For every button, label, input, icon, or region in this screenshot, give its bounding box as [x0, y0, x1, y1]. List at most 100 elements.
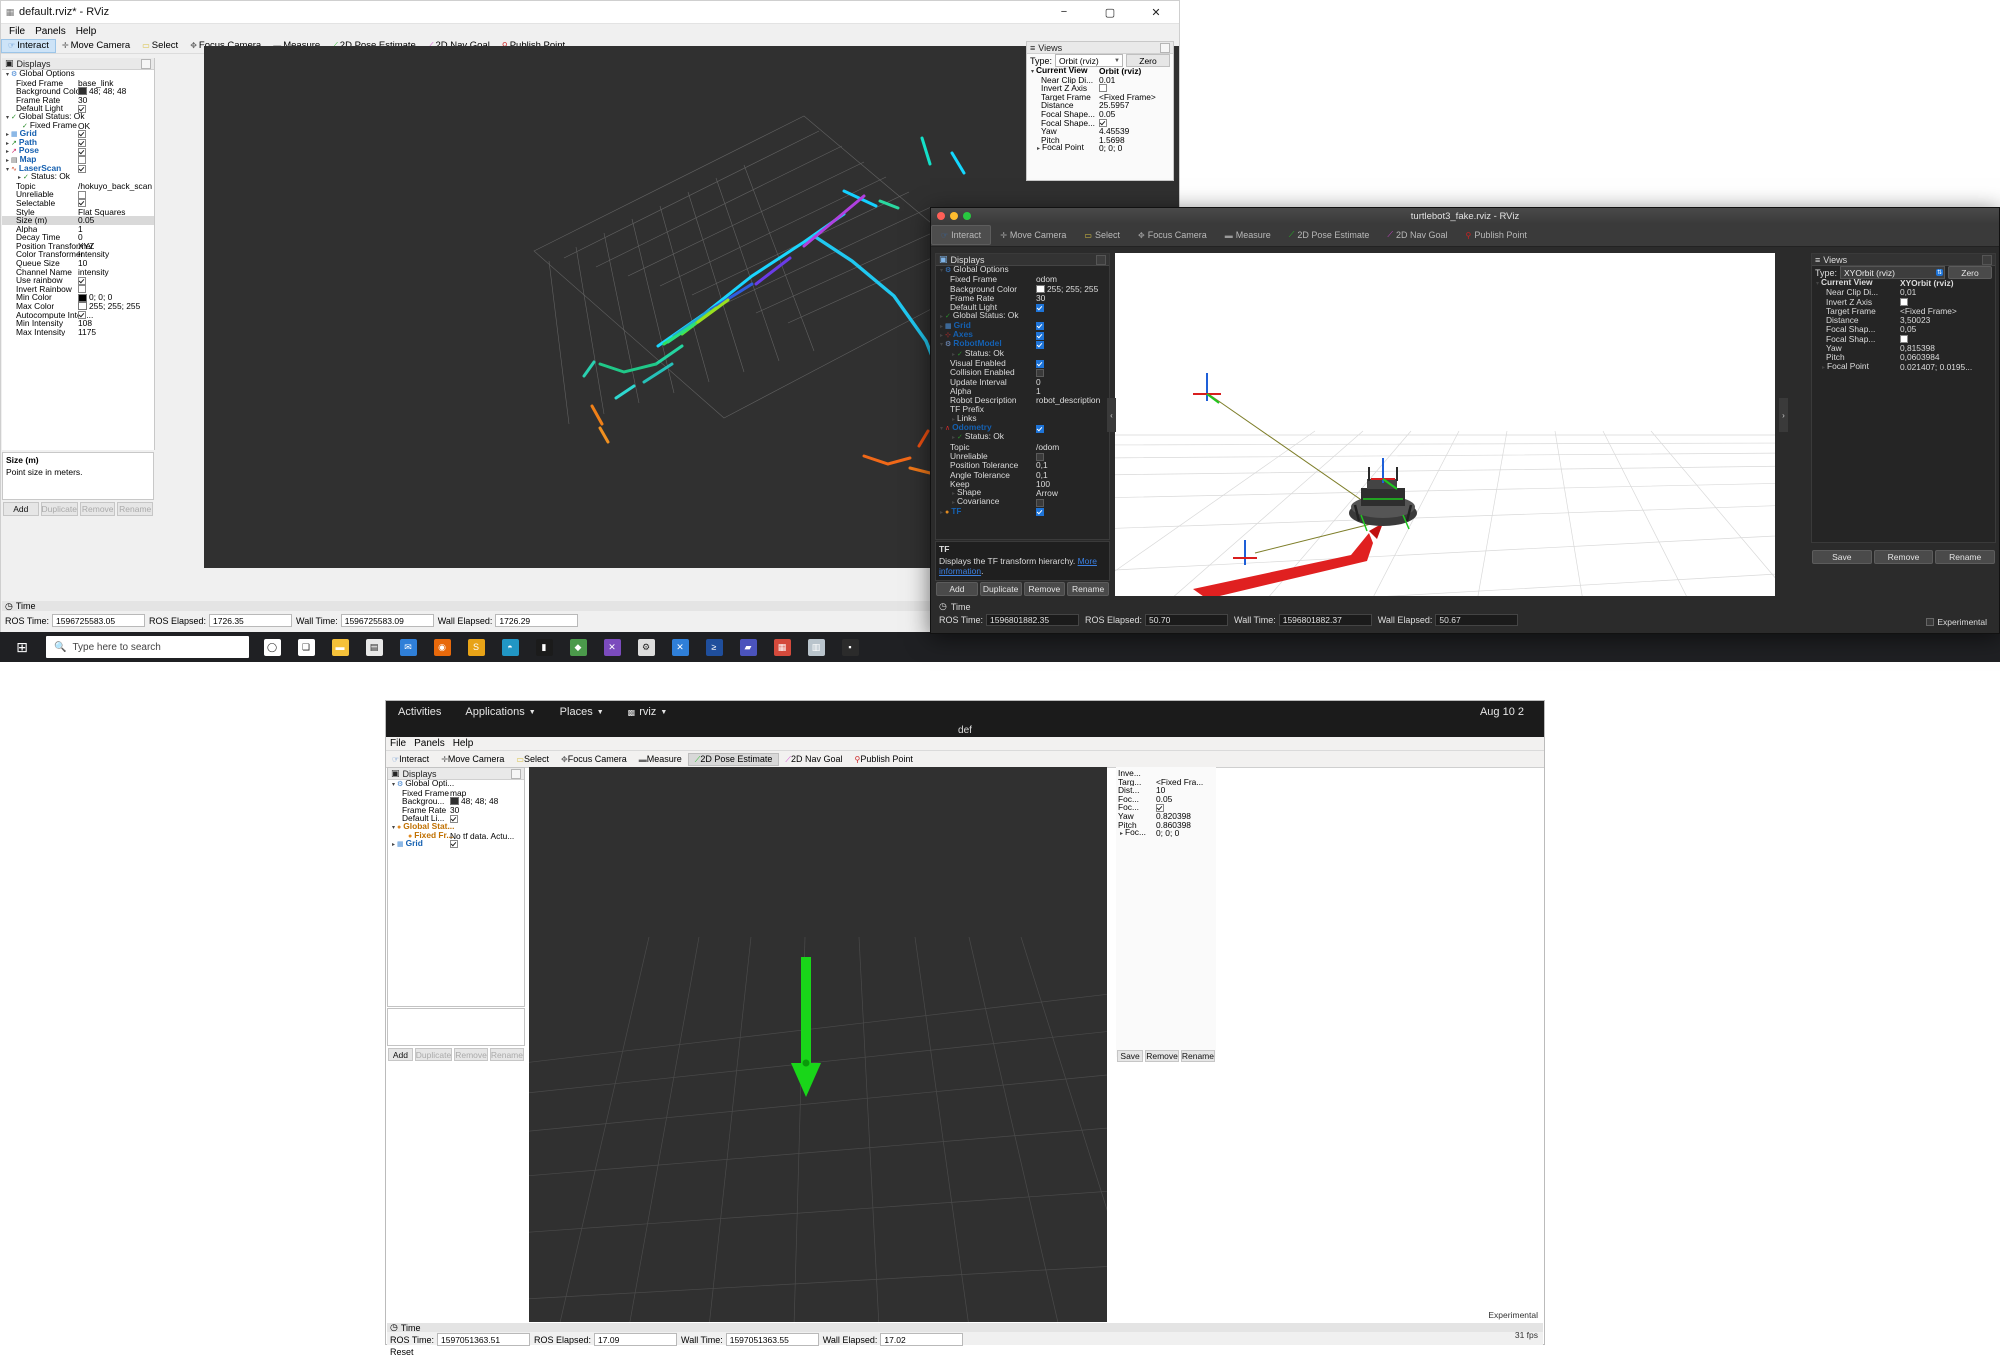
- window1-views-panel[interactable]: ≡ Views Type: Orbit (rviz) ▼ Zero ▾Curre…: [1026, 41, 1174, 181]
- minimize-button[interactable]: [950, 212, 958, 220]
- checkbox[interactable]: [78, 285, 86, 293]
- window2-toolbar[interactable]: ☞Interact✛Move Camera▭Select✥Focus Camer…: [931, 224, 1999, 247]
- property-value[interactable]: 255; 255; 255: [78, 302, 140, 311]
- property-row[interactable]: Fixed Framemap: [388, 789, 524, 798]
- property-row[interactable]: ▸Covariance: [936, 498, 1109, 507]
- gnome-places[interactable]: Places▼: [548, 706, 616, 718]
- maximize-button[interactable]: [963, 212, 971, 220]
- property-row[interactable]: Unreliable: [936, 452, 1109, 461]
- window1-menubar[interactable]: File Panels Help: [1, 24, 1179, 38]
- close-button[interactable]: ✕: [1133, 1, 1179, 23]
- checkbox[interactable]: [78, 199, 86, 207]
- color-swatch[interactable]: [78, 302, 87, 310]
- property-value[interactable]: [78, 165, 86, 173]
- toolbar-2d-pose-estimate[interactable]: ⟋2D Pose Estimate: [1280, 225, 1379, 245]
- property-row[interactable]: ▸Focal Point0; 0; 0: [1027, 144, 1173, 153]
- property-row[interactable]: Unreliable: [2, 190, 154, 199]
- checkbox[interactable]: [450, 840, 458, 848]
- property-value[interactable]: [78, 156, 86, 164]
- window1-displays-panel[interactable]: ▣ Displays ▾⚙Global OptionsFixed Frameba…: [2, 58, 155, 450]
- property-value[interactable]: 0.05: [1099, 110, 1115, 119]
- time-field-value[interactable]: 1597051363.51: [437, 1333, 530, 1346]
- window3-views-buttons[interactable]: SaveRemoveRename: [1116, 1049, 1216, 1063]
- app-icon[interactable]: ▥: [801, 632, 831, 662]
- expand-right-icon[interactable]: ▸: [1820, 364, 1827, 373]
- task-view-icon[interactable]: ❏: [291, 632, 321, 662]
- drive-icon[interactable]: ◆: [563, 632, 593, 662]
- property-value[interactable]: [78, 191, 86, 199]
- property-row[interactable]: Foc...0.05: [1116, 795, 1216, 804]
- window2-titlebar[interactable]: turtlebot3_fake.rviz - RViz: [931, 208, 1999, 224]
- save-button[interactable]: Save: [1117, 1050, 1143, 1062]
- toolbar-interact[interactable]: ☞Interact: [931, 225, 991, 245]
- color-swatch[interactable]: [78, 294, 87, 302]
- menu-help[interactable]: Help: [453, 738, 474, 749]
- minimize-button[interactable]: −: [1041, 1, 1087, 23]
- checkbox[interactable]: [78, 277, 86, 285]
- checkbox[interactable]: [1036, 508, 1044, 516]
- taskbar-search-input[interactable]: 🔍 Type here to search: [46, 636, 249, 658]
- panel-float-button[interactable]: [1096, 255, 1106, 265]
- vscode-icon[interactable]: ✕: [665, 632, 695, 662]
- mail-icon[interactable]: ✉: [393, 632, 423, 662]
- window3-toolbar[interactable]: ☞Interact✛Move Camera▭Select✥Focus Camer…: [386, 751, 1544, 768]
- property-value[interactable]: 0,01: [1900, 288, 1916, 297]
- sublime-icon[interactable]: S: [461, 632, 491, 662]
- add-button[interactable]: Add: [3, 502, 39, 516]
- property-value[interactable]: 30: [450, 806, 459, 815]
- property-row[interactable]: Channel Nameintensity: [2, 268, 154, 277]
- property-row[interactable]: Targ...<Fixed Fra...: [1116, 778, 1216, 787]
- checkbox[interactable]: [78, 139, 86, 147]
- toolbar-publish-point[interactable]: ⚲Publish Point: [1457, 225, 1536, 245]
- rviz-window-turtlebot3[interactable]: turtlebot3_fake.rviz - RViz ☞Interact✛Mo…: [930, 207, 2000, 634]
- duplicate-button[interactable]: Duplicate: [980, 582, 1022, 596]
- remove-button[interactable]: Remove: [1024, 582, 1066, 596]
- property-row[interactable]: Collision Enabled: [936, 368, 1109, 377]
- property-value[interactable]: 0.021407; 0.0195...: [1900, 363, 1972, 372]
- checkbox[interactable]: [78, 191, 86, 199]
- property-row[interactable]: Background Color255; 255; 255: [936, 285, 1109, 294]
- checkbox[interactable]: [1036, 425, 1044, 433]
- property-row[interactable]: ▸Focal Point0.021407; 0.0195...: [1812, 363, 1995, 372]
- property-row[interactable]: Focal Shape...0.05: [1027, 110, 1173, 119]
- time-field-value[interactable]: 50.70: [1145, 614, 1228, 626]
- save-button[interactable]: Save: [1812, 550, 1872, 564]
- property-row[interactable]: Frame Rate30: [388, 806, 524, 815]
- gnome-applications[interactable]: Applications▼: [453, 706, 547, 718]
- property-value[interactable]: [78, 199, 86, 207]
- toolbar-2d-pose-estimate[interactable]: ⟋2D Pose Estimate: [688, 753, 780, 766]
- visual-studio-icon[interactable]: ✕: [597, 632, 627, 662]
- powershell-icon[interactable]: ≥: [699, 632, 729, 662]
- toolbar-focus-camera[interactable]: ✥Focus Camera: [555, 754, 633, 764]
- property-row[interactable]: Update Interval0: [936, 378, 1109, 387]
- checkbox[interactable]: [1036, 304, 1044, 312]
- checkbox[interactable]: [78, 105, 86, 113]
- remove-button[interactable]: Remove: [1145, 1050, 1179, 1062]
- window2-display-buttons[interactable]: AddDuplicateRemoveRename: [935, 582, 1110, 596]
- property-value[interactable]: robot_description: [1036, 396, 1100, 405]
- property-value[interactable]: 30: [78, 96, 87, 105]
- console-icon[interactable]: ▪: [835, 632, 865, 662]
- property-value[interactable]: [1036, 499, 1044, 507]
- remove-button[interactable]: Remove: [1874, 550, 1934, 564]
- panel-float-button[interactable]: [511, 769, 521, 779]
- property-value[interactable]: 30: [1036, 294, 1045, 303]
- property-value[interactable]: 255; 255; 255: [1036, 285, 1098, 294]
- gnome-activities[interactable]: Activities: [386, 706, 453, 718]
- expand-right-icon[interactable]: ▸: [1118, 830, 1125, 839]
- property-value[interactable]: [78, 277, 86, 285]
- toolbar-2d-nav-goal[interactable]: ⟋2D Nav Goal: [1378, 225, 1456, 245]
- time-field-value[interactable]: 1726.35: [209, 614, 292, 627]
- property-row[interactable]: ▸●TF: [936, 508, 1109, 517]
- property-row[interactable]: Fixed Framebase_link: [2, 79, 154, 88]
- menu-file[interactable]: File: [4, 26, 30, 37]
- microsoft-store-icon[interactable]: ▤: [359, 632, 389, 662]
- property-value[interactable]: [1036, 341, 1044, 349]
- property-row[interactable]: Invert Rainbow: [2, 285, 154, 294]
- terminal-icon[interactable]: ▮: [529, 632, 559, 662]
- property-value[interactable]: [1036, 369, 1044, 377]
- teams-icon[interactable]: ▰: [733, 632, 763, 662]
- property-row[interactable]: Focal Shap...0,05: [1812, 325, 1995, 334]
- toolbar-move-camera[interactable]: ✛Move Camera: [56, 39, 136, 53]
- property-value[interactable]: No tf data. Actu...: [450, 832, 514, 841]
